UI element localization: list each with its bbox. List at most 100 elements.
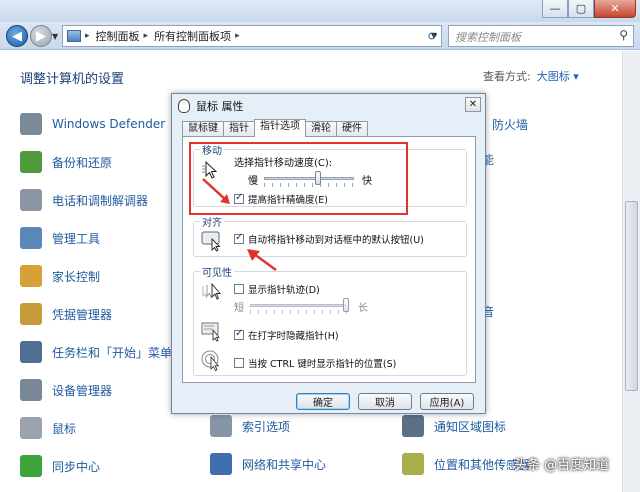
tab-buttons[interactable]: 鼠标键 <box>182 121 224 137</box>
control-item-phone-modem[interactable]: 电话和调制解调器 <box>20 189 148 211</box>
index-options-icon <box>210 415 232 437</box>
trail-long-label: 长 <box>358 303 368 314</box>
forward-button[interactable]: ▶ <box>30 25 52 47</box>
show-location-icon <box>201 350 220 372</box>
breadcrumb-control-panel[interactable]: 控制面板 <box>96 28 140 44</box>
view-mode-dropdown[interactable]: 大图标 ▾ <box>537 70 579 83</box>
control-item-sync-center[interactable]: 同步中心 <box>20 455 100 477</box>
control-item-mouse[interactable]: 鼠标 <box>20 417 76 439</box>
control-panel-icon <box>67 30 81 42</box>
maximize-button[interactable]: ▢ <box>568 0 594 18</box>
address-toolbar: ◀ ▶ ▼ ▸ 控制面板 ▸ 所有控制面板项 ▸ ▼ ⟳ 搜索控制面板 ⚲ <box>0 22 640 50</box>
control-item-label: 家长控制 <box>52 269 101 284</box>
control-item-label: Windows Defender <box>52 117 166 131</box>
location-sensor-icon <box>402 453 424 475</box>
visibility-group: 可见性 显示指针轨迹(D) 短 长 在打字时隐藏指针(H) <box>193 264 467 376</box>
watermark: 头条 @百度知道 <box>514 458 610 473</box>
annotation-arrow-icon <box>247 249 277 272</box>
page-title: 调整计算机的设置 <box>20 72 125 87</box>
trail-slider-thumb[interactable] <box>343 298 349 312</box>
control-item-network-sharing[interactable]: 网络和共享中心 <box>210 453 326 475</box>
breadcrumb-separator: ▸ <box>85 31 90 41</box>
trail-slider-track[interactable] <box>250 304 346 307</box>
address-bar[interactable]: ▸ 控制面板 ▸ 所有控制面板项 ▸ ▼ <box>62 25 442 47</box>
tab-wheel[interactable]: 滑轮 <box>305 121 337 137</box>
close-button[interactable]: ✕ <box>594 0 636 18</box>
snap-to-default-checkbox[interactable]: 自动将指针移动到对话框中的默认按钮(U) <box>234 232 424 246</box>
trail-short-label: 短 <box>234 303 244 314</box>
hide-pointer-icon <box>201 322 220 342</box>
network-sharing-icon <box>210 453 232 475</box>
control-item-label: 鼠标 <box>52 421 77 436</box>
snap-group-title: 对齐 <box>200 214 224 229</box>
ok-button[interactable]: 确定 <box>296 393 350 410</box>
apply-button[interactable]: 应用(A) <box>420 393 474 410</box>
control-item-parental-control[interactable]: 家长控制 <box>20 265 100 287</box>
show-location-ctrl-label: 当按 CTRL 键时显示指针的位置(S) <box>248 359 397 370</box>
admin-tools-icon <box>20 227 42 249</box>
sync-center-icon <box>20 455 42 477</box>
snap-to-default-label: 自动将指针移动到对话框中的默认按钮(U) <box>248 235 424 246</box>
refresh-icon[interactable]: ⟳ <box>428 30 437 43</box>
notification-area-icon <box>402 415 424 437</box>
control-item-label: 备份和还原 <box>52 155 113 170</box>
history-dropdown-icon[interactable]: ▼ <box>52 32 58 41</box>
dialog-tabs: 鼠标键 指针 指针选项 滑轮 硬件 <box>182 119 368 137</box>
control-item-backup[interactable]: 备份和还原 <box>20 151 112 173</box>
hide-while-typing-label: 在打字时隐藏指针(H) <box>248 331 339 342</box>
backup-icon <box>20 151 42 173</box>
window-controls: — ▢ ✕ <box>542 0 636 18</box>
control-item-castle-wall[interactable]: Windows Defender <box>20 113 165 135</box>
show-location-ctrl-checkbox[interactable]: 当按 CTRL 键时显示指针的位置(S) <box>234 356 396 370</box>
cancel-button[interactable]: 取消 <box>358 393 412 410</box>
breadcrumb-all-items[interactable]: 所有控制面板项 <box>154 28 231 44</box>
pointer-trails-icon <box>202 282 221 300</box>
control-item-label: 设备管理器 <box>52 383 113 398</box>
control-item-credential-vault[interactable]: 凭据管理器 <box>20 303 112 325</box>
search-placeholder: 搜索控制面板 <box>455 31 521 44</box>
minimize-button[interactable]: — <box>542 0 568 18</box>
taskbar-icon <box>20 341 42 363</box>
control-item-label: 同步中心 <box>52 459 101 474</box>
trail-slider-ticks <box>250 310 348 314</box>
checkbox-box[interactable] <box>234 232 244 244</box>
tab-hardware[interactable]: 硬件 <box>336 121 368 137</box>
checkbox-box[interactable] <box>234 284 244 294</box>
pointer-trails-label: 显示指针轨迹(D) <box>248 285 320 296</box>
control-item-taskbar[interactable]: 任务栏和「开始」菜单 <box>20 341 172 363</box>
search-icon[interactable]: ⚲ <box>619 28 628 42</box>
control-item-index-options[interactable]: 索引选项 <box>210 415 290 437</box>
view-mode-label: 查看方式: <box>483 70 531 83</box>
snap-to-group: 对齐 自动将指针移动到对话框中的默认按钮(U) <box>193 214 467 257</box>
control-item-label: 任务栏和「开始」菜单 <box>52 345 173 360</box>
control-item-label: 凭据管理器 <box>52 307 113 322</box>
view-mode: 查看方式: 大图标 ▾ <box>483 68 579 84</box>
phone-modem-icon <box>20 189 42 211</box>
scrollbar-thumb[interactable] <box>625 201 638 391</box>
device-manager-icon <box>20 379 42 401</box>
dialog-close-button[interactable]: ✕ <box>465 97 481 112</box>
window-titlebar: — ▢ ✕ <box>0 0 640 22</box>
pointer-trails-checkbox[interactable]: 显示指针轨迹(D) <box>234 282 320 296</box>
mouse-icon <box>178 99 190 113</box>
tab-pointers[interactable]: 指针 <box>223 121 255 137</box>
control-item-notification-area[interactable]: 通知区域图标 <box>402 415 506 437</box>
annotation-arrow-icon <box>202 178 230 204</box>
tab-pointer-options[interactable]: 指针选项 <box>254 119 306 137</box>
checkbox-box[interactable] <box>234 328 244 340</box>
credential-vault-icon <box>20 303 42 325</box>
breadcrumb-separator: ▸ <box>235 31 240 41</box>
control-item-device-manager[interactable]: 设备管理器 <box>20 379 112 401</box>
control-item-label: 电话和调制解调器 <box>52 193 149 208</box>
back-button[interactable]: ◀ <box>6 25 28 47</box>
search-input[interactable]: 搜索控制面板 ⚲ <box>448 25 634 47</box>
dialog-title: 鼠标 属性 <box>196 100 244 113</box>
breadcrumb-separator: ▸ <box>143 31 149 41</box>
snap-to-icon <box>201 231 221 252</box>
control-item-label: 管理工具 <box>52 231 101 246</box>
hide-while-typing-checkbox[interactable]: 在打字时隐藏指针(H) <box>234 328 339 342</box>
checkbox-box[interactable] <box>234 358 244 368</box>
vertical-scrollbar[interactable] <box>622 51 640 492</box>
control-item-admin-tools[interactable]: 管理工具 <box>20 227 100 249</box>
control-item-location-sensors[interactable]: 位置和其他传感器 <box>402 453 530 475</box>
